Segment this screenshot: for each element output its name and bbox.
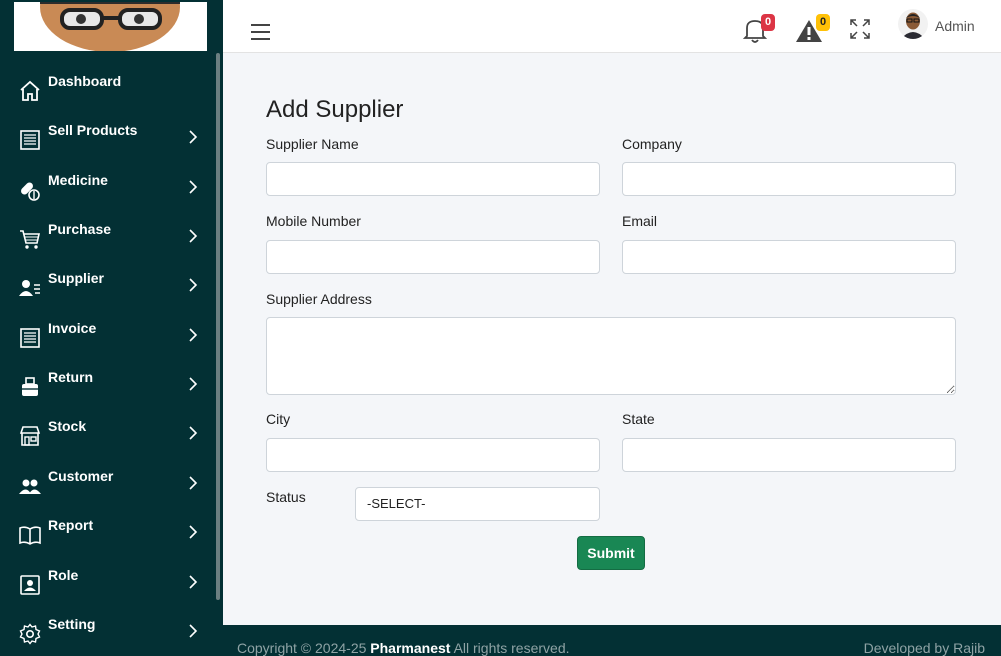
invoice-icon	[20, 328, 40, 348]
mobile-number-label: Mobile Number	[266, 213, 361, 229]
sidebar-item-label: Return	[48, 369, 94, 385]
submit-button[interactable]: Submit	[577, 536, 645, 570]
email-label: Email	[622, 213, 658, 229]
return-box-icon	[22, 377, 38, 396]
users-icon	[19, 479, 41, 494]
city-label: City	[266, 411, 291, 427]
logo[interactable]	[14, 2, 207, 51]
rights-text: All rights reserved.	[453, 640, 570, 656]
sidebar-item-label: Purchase	[48, 221, 112, 237]
sidebar-item-label: Medicine	[48, 172, 108, 188]
email-input[interactable]	[622, 240, 956, 274]
user-list-icon	[19, 280, 40, 296]
avatar[interactable]	[898, 9, 928, 39]
sidebar-item-label: Stock	[48, 418, 87, 434]
sidebar-item-label: Customer	[48, 468, 114, 484]
status-select[interactable]: -SELECT-	[355, 487, 600, 521]
chevron-right-icon	[189, 180, 198, 194]
menu-toggle-icon[interactable]	[251, 24, 270, 40]
chevron-right-icon	[189, 377, 198, 391]
sidebar-item-label: Dashboard	[48, 73, 122, 89]
user-name[interactable]: Admin	[935, 18, 975, 34]
sidebar-item-label: Invoice	[48, 320, 97, 336]
sidebar-scrollbar[interactable]	[216, 53, 220, 600]
sidebar-item-label: Sell Products	[48, 122, 138, 138]
topbar: 0 0 Admin	[223, 0, 1001, 53]
id-badge-icon	[20, 575, 40, 595]
chevron-right-icon	[189, 229, 198, 243]
chevron-right-icon	[189, 575, 198, 589]
notifications-button[interactable]: 0	[742, 14, 775, 46]
company-label: Company	[622, 136, 682, 152]
chevron-right-icon	[189, 328, 198, 342]
cart-icon	[20, 230, 40, 249]
state-input[interactable]	[622, 438, 956, 472]
chevron-right-icon	[189, 624, 198, 638]
pills-icon	[21, 182, 40, 201]
copyright-text: Copyright © 2024-25	[237, 640, 367, 656]
sidebar-item-dashboard[interactable]: Dashboard	[0, 69, 214, 109]
alerts-button[interactable]: 0	[795, 14, 830, 46]
book-icon	[19, 526, 41, 545]
sidebar-item-stock[interactable]: Stock	[0, 414, 214, 454]
city-input[interactable]	[266, 438, 600, 472]
sidebar-item-customer[interactable]: Customer	[0, 464, 214, 504]
chevron-right-icon	[189, 426, 198, 440]
state-label: State	[622, 411, 655, 427]
sidebar-item-return[interactable]: Return	[0, 365, 214, 405]
notifications-badge: 0	[761, 14, 775, 31]
chevron-right-icon	[189, 525, 198, 539]
sidebar-item-purchase[interactable]: Purchase	[0, 217, 214, 257]
company-input[interactable]	[622, 162, 956, 196]
gear-icon	[19, 623, 41, 645]
chevron-right-icon	[189, 476, 198, 490]
brand-link[interactable]: Pharmanest	[370, 640, 450, 656]
sidebar-item-label: Report	[48, 517, 94, 533]
home-icon	[20, 80, 40, 101]
supplier-address-label: Supplier Address	[266, 291, 372, 307]
store-icon	[19, 426, 41, 446]
alerts-badge: 0	[816, 14, 830, 31]
sidebar-item-label: Supplier	[48, 270, 105, 286]
sidebar-item-setting[interactable]: Setting	[0, 612, 214, 652]
supplier-address-textarea[interactable]	[266, 317, 956, 395]
fullscreen-button[interactable]	[849, 18, 877, 48]
chevron-right-icon	[189, 130, 198, 144]
supplier-name-label: Supplier Name	[266, 136, 359, 152]
footer-copyright: Copyright © 2024-25 Pharmanest All right…	[237, 640, 570, 656]
sidebar-item-role[interactable]: Role	[0, 563, 214, 603]
expand-icon	[850, 19, 870, 39]
status-label: Status	[266, 489, 306, 505]
footer: Copyright © 2024-25 Pharmanest All right…	[223, 625, 1001, 656]
sidebar-item-medicine[interactable]: Medicine	[0, 168, 214, 208]
main-content: Add Supplier Supplier Name Company Mobil…	[223, 53, 1001, 625]
chevron-right-icon	[189, 278, 198, 292]
sidebar-item-invoice[interactable]: Invoice	[0, 316, 214, 356]
footer-developer: Developed by Rajib	[863, 640, 985, 656]
supplier-name-input[interactable]	[266, 162, 600, 196]
mobile-number-input[interactable]	[266, 240, 600, 274]
status-select-value: -SELECT-	[367, 496, 426, 511]
sidebar: Dashboard Sell Products Medicine Purchas…	[0, 0, 223, 656]
receipt-icon	[20, 130, 40, 150]
sidebar-item-sell-products[interactable]: Sell Products	[0, 118, 214, 158]
sidebar-item-label: Setting	[48, 616, 96, 632]
sidebar-item-supplier[interactable]: Supplier	[0, 266, 214, 306]
sidebar-item-report[interactable]: Report	[0, 513, 214, 553]
page-title: Add Supplier	[266, 96, 404, 123]
sidebar-item-label: Role	[48, 567, 79, 583]
